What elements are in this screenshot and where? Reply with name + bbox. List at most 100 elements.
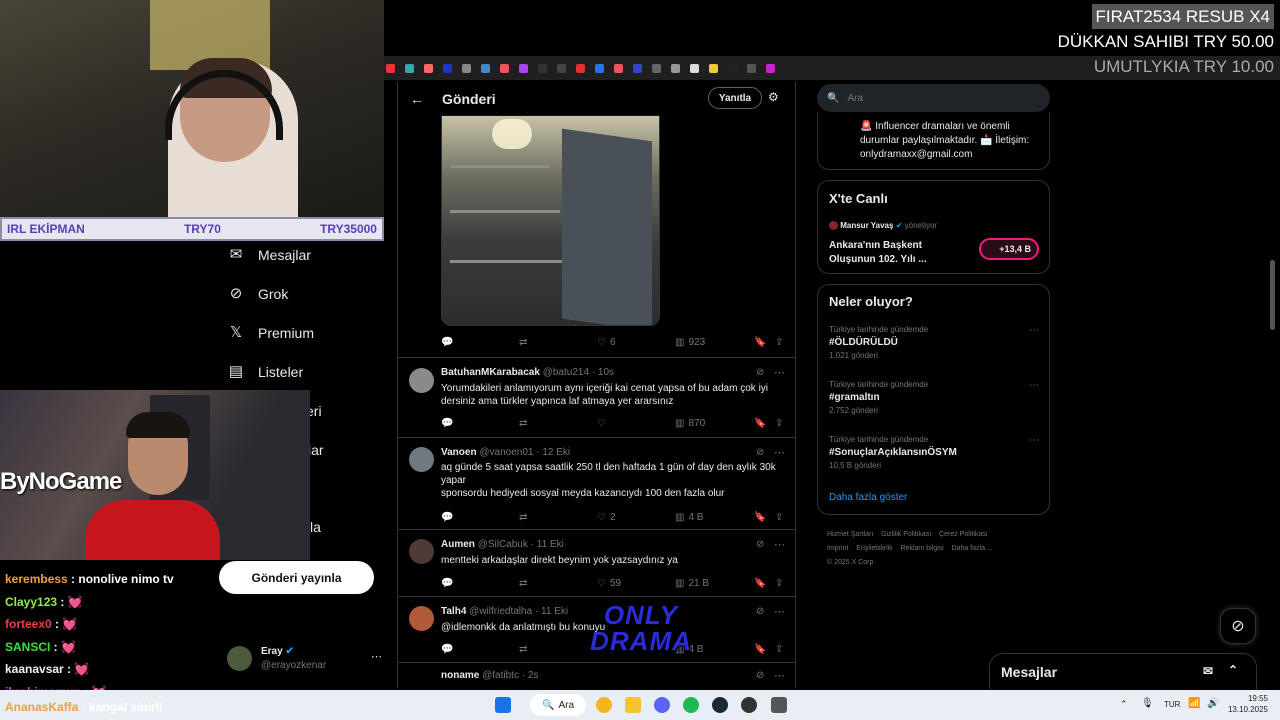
bookmark-icon[interactable] — [538, 63, 547, 73]
more-icon[interactable]: ⋯ — [371, 650, 382, 663]
reply-tweet[interactable]: Vanoen @vanoen01 · 12 Eki ⊘ ⋯ aq günde 5… — [398, 437, 795, 529]
nav-grok[interactable]: ⊘ Grok — [228, 286, 289, 303]
bookmark-icon[interactable]: 🔖 — [754, 418, 766, 429]
trend-item[interactable]: Türkiye tarihinde gündemde #SonuçlarAçık… — [829, 435, 1039, 470]
bookmark-icon[interactable] — [462, 63, 471, 73]
wifi-icon[interactable]: 📶 — [1188, 698, 1200, 709]
show-more-link[interactable]: Daha fazla göster — [829, 492, 907, 503]
bookmark-icon[interactable] — [519, 63, 528, 73]
folder-icon[interactable] — [625, 697, 641, 713]
reply-icon[interactable]: 💬 — [441, 644, 453, 655]
tray-chevron-icon[interactable]: ⌃ — [1120, 699, 1128, 710]
views-button[interactable]: ▥ 923 — [675, 337, 705, 348]
bookmark-icon[interactable] — [652, 63, 661, 73]
back-arrow-icon[interactable]: ← — [410, 91, 424, 107]
nav-partial-2[interactable]: lar — [308, 442, 324, 458]
bookmark-icon[interactable] — [671, 63, 680, 73]
live-card[interactable]: X'te Canlı Mansur Yavaş ✔ yönetiyor Anka… — [817, 180, 1050, 274]
bookmark-icon[interactable] — [614, 63, 623, 73]
reply-icon[interactable]: 💬 — [441, 418, 453, 429]
nav-messages[interactable]: ✉ Mesajlar — [228, 247, 311, 264]
discord-icon[interactable] — [654, 697, 670, 713]
more-icon[interactable]: ⋯ — [1029, 325, 1039, 336]
taskbar-search[interactable]: 🔍 Ara — [530, 694, 586, 716]
like-button[interactable]: ♡ 6 — [597, 337, 616, 348]
reply-icon[interactable]: 💬 — [441, 512, 453, 523]
more-icon[interactable]: ⋯ — [774, 605, 785, 618]
bookmark-icon[interactable] — [405, 63, 414, 73]
footer-link[interactable]: Daha fazla ... — [952, 545, 993, 552]
start-icon[interactable] — [495, 697, 511, 713]
footer-link[interactable]: Reklam bilgisi — [901, 545, 944, 552]
trend-item[interactable]: Türkiye tarihinde gündemde #ÖLDÜRÜLDÜ 1.… — [829, 325, 1039, 360]
bookmark-icon[interactable]: 🔖 — [754, 512, 766, 523]
bookmark-icon[interactable] — [709, 63, 718, 73]
bookmark-icon[interactable] — [595, 63, 604, 73]
obs-icon[interactable] — [741, 697, 757, 713]
bookmark-icon[interactable] — [728, 63, 737, 73]
footer-link[interactable]: Hizmet Şartları — [827, 531, 873, 538]
post-image-fridge[interactable] — [441, 114, 660, 326]
bookmark-icon[interactable] — [557, 63, 566, 73]
reply-icon[interactable]: 💬 — [441, 578, 453, 589]
share-icon[interactable]: ⇪ — [775, 512, 783, 523]
reply-tweet[interactable]: Aumen @SilCabuk · 11 Eki ⊘ ⋯ mentteki ar… — [398, 529, 795, 596]
bookmark-icon[interactable] — [690, 63, 699, 73]
bookmark-icon[interactable] — [500, 63, 509, 73]
scrollbar[interactable] — [1270, 260, 1275, 330]
bookmark-icon[interactable] — [766, 63, 775, 73]
grok-fab-button[interactable]: ⊘ — [1220, 608, 1256, 644]
reply-button[interactable]: Yanıtla — [708, 87, 762, 109]
nav-partial-3[interactable]: la — [310, 519, 321, 535]
like-icon[interactable]: ♡ — [597, 418, 606, 429]
views-button[interactable]: ▥ 21 B — [675, 578, 709, 589]
share-icon[interactable]: ⇪ — [775, 337, 783, 348]
nav-premium[interactable]: 𝕏 Premium — [228, 325, 314, 342]
nav-lists[interactable]: ▤ Listeler — [228, 364, 303, 381]
repost-icon[interactable]: ⇄ — [519, 418, 527, 429]
volume-icon[interactable]: 🔊 — [1207, 698, 1219, 709]
repost-icon[interactable]: ⇄ — [519, 337, 527, 348]
footer-link[interactable]: Imprint — [827, 545, 848, 552]
footer-link[interactable]: Erişilebilirlik — [856, 545, 893, 552]
expand-icon[interactable]: ⌃ — [1228, 663, 1238, 677]
footer-link[interactable]: Çerez Politikası — [939, 531, 988, 538]
more-icon[interactable]: ⋯ — [774, 366, 785, 379]
reply-icon[interactable]: 💬 — [441, 337, 453, 348]
grok-icon[interactable]: ⊘ — [756, 539, 764, 550]
grok-icon[interactable]: ⊘ — [756, 367, 764, 378]
repost-icon[interactable]: ⇄ — [519, 512, 527, 523]
repost-icon[interactable]: ⇄ — [519, 644, 527, 655]
clock[interactable]: 19:55 13.10.2025 — [1228, 693, 1268, 715]
share-icon[interactable]: ⇪ — [775, 578, 783, 589]
bookmark-icon[interactable]: 🔖 — [754, 578, 766, 589]
bookmark-icon[interactable]: 🔖 — [754, 337, 766, 348]
more-icon[interactable]: ⋯ — [774, 669, 785, 682]
steam-icon[interactable] — [712, 697, 728, 713]
bookmark-icon[interactable]: 🔖 — [754, 644, 766, 655]
bookmark-icon[interactable] — [576, 63, 585, 73]
live-listener-count[interactable]: +13,4 B — [979, 238, 1039, 260]
bookmark-icon[interactable] — [386, 63, 395, 73]
bookmark-icon[interactable] — [747, 63, 756, 73]
more-icon[interactable]: ⋯ — [774, 446, 785, 459]
views-button[interactable]: ▥ 4 B — [675, 512, 703, 523]
grok-icon[interactable]: ⊘ — [756, 447, 764, 458]
bookmark-icon[interactable] — [481, 63, 490, 73]
share-icon[interactable]: ⇪ — [775, 644, 783, 655]
like-button[interactable]: ♡ 59 — [597, 578, 621, 589]
more-icon[interactable]: ⋯ — [774, 538, 785, 551]
reply-tweet[interactable]: BatuhanMKarabacak @batu214 · 10s ⊘ ⋯ Yor… — [398, 357, 795, 437]
bookmark-icon[interactable] — [443, 63, 452, 73]
share-icon[interactable]: ⇪ — [775, 418, 783, 429]
grok-icon[interactable]: ⊘ — [756, 606, 764, 617]
search-input[interactable]: 🔍 Ara — [817, 84, 1050, 112]
new-message-icon[interactable]: ✉ — [1203, 664, 1213, 678]
mic-icon[interactable]: 🎙 — [1141, 698, 1154, 709]
grok-icon[interactable]: ⊘ — [756, 670, 764, 681]
filter-icon[interactable]: ⚙ — [768, 90, 779, 104]
messages-drawer[interactable]: Mesajlar ✉ ⌃ — [989, 653, 1257, 689]
reply-tweet[interactable]: noname @fatibtc · 2s ⊘ ⋯ — [398, 662, 795, 688]
trend-item[interactable]: Türkiye tarihinde gündemde #gramaltın 2.… — [829, 380, 1039, 415]
footer-link[interactable]: Gizlilik Politikası — [881, 531, 931, 538]
